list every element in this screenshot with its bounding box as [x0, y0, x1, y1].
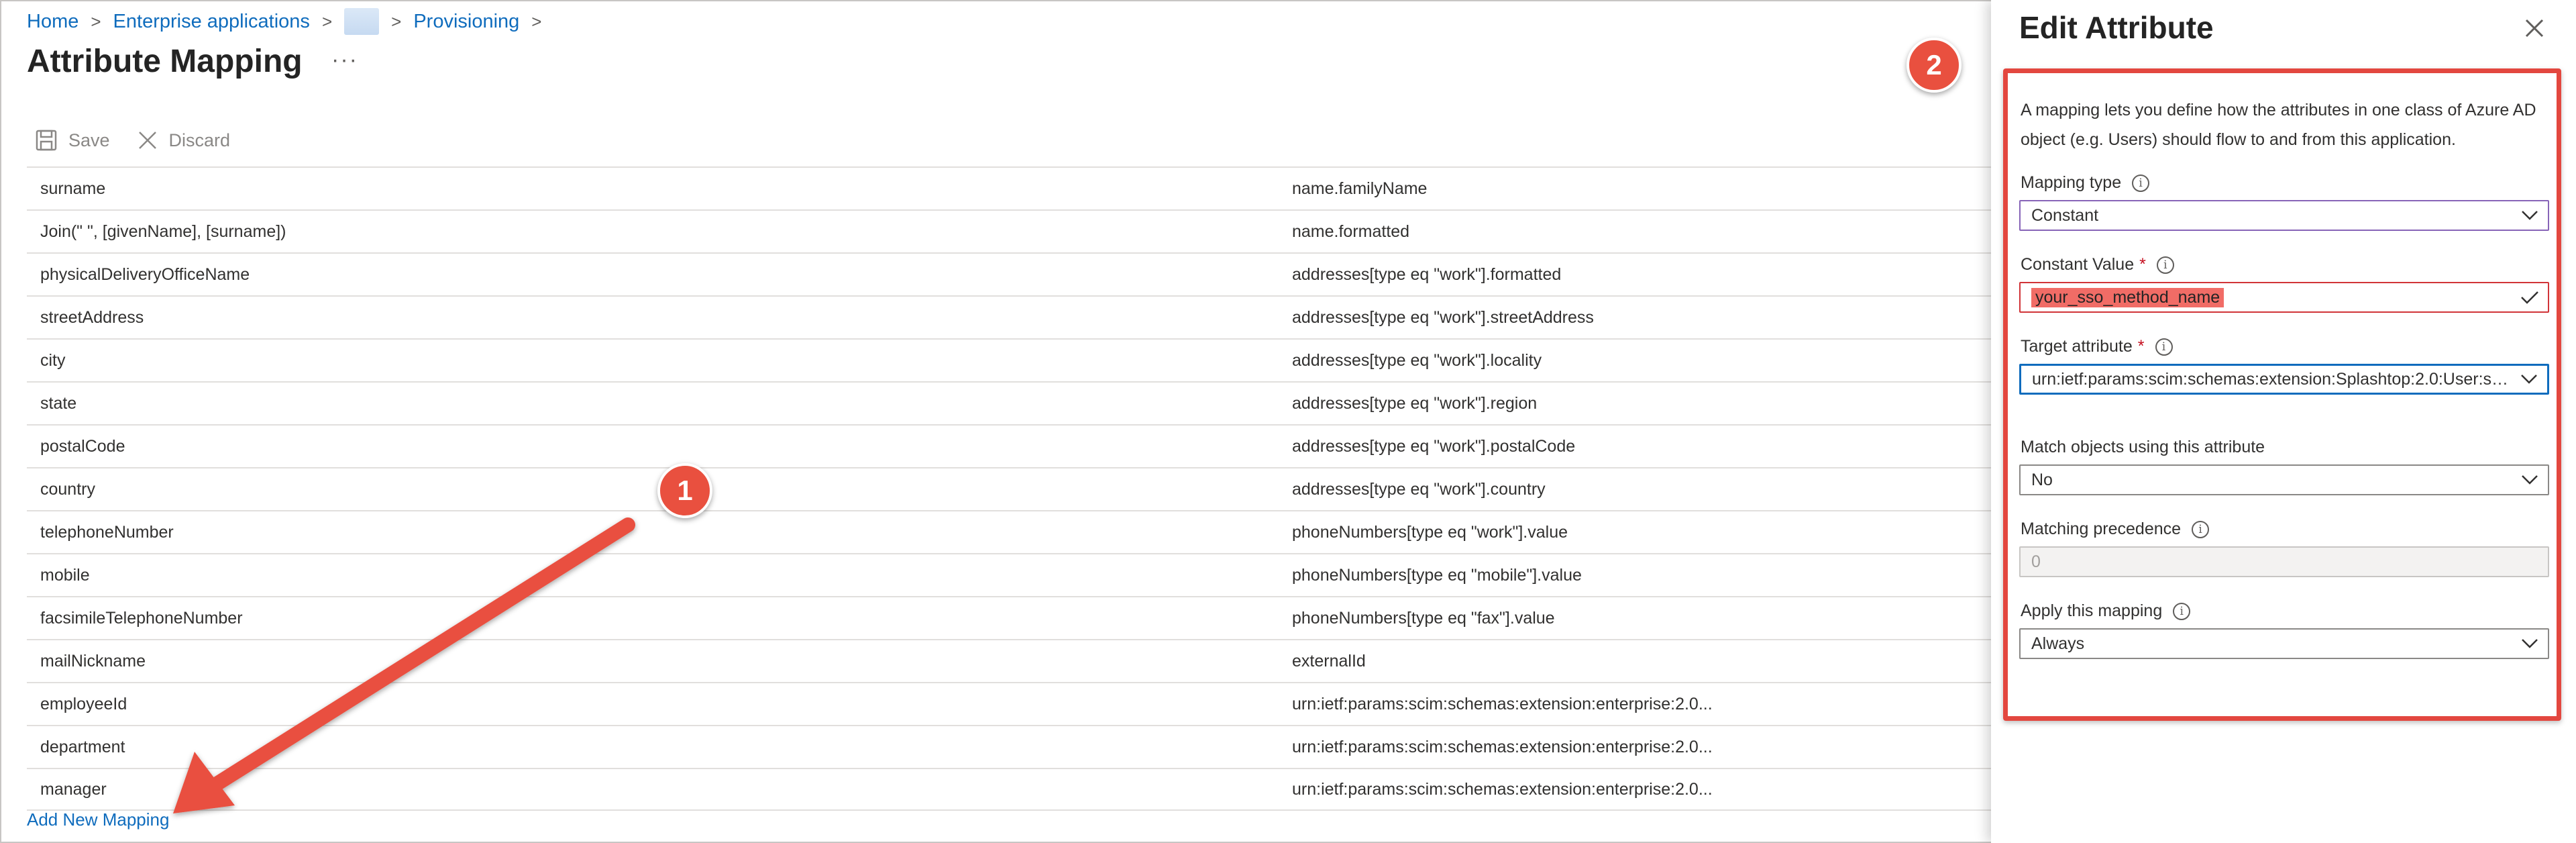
annotation-marker-2: 2: [1907, 38, 1962, 93]
matching-precedence-label: Matching precedence i: [2021, 519, 2210, 539]
close-icon[interactable]: [2521, 15, 2548, 42]
mapping-type-label-text: Mapping type: [2021, 173, 2122, 192]
info-icon[interactable]: i: [2155, 338, 2173, 356]
match-objects-dropdown[interactable]: No: [2019, 464, 2549, 495]
checkmark-icon: [2512, 290, 2548, 305]
chevron-down-icon: [2512, 638, 2548, 649]
edit-attribute-panel: Edit Attribute A mapping lets you define…: [1991, 0, 2576, 843]
info-icon[interactable]: i: [2132, 174, 2150, 192]
match-objects-label: Match objects using this attribute: [2021, 438, 2265, 457]
constant-value-label: Constant Value * i: [2021, 255, 2174, 275]
chevron-down-icon: [2511, 374, 2547, 385]
apply-mapping-value: Always: [2031, 634, 2085, 653]
annotation-marker-1: 1: [657, 463, 712, 518]
info-icon[interactable]: i: [2192, 520, 2210, 538]
match-objects-label-text: Match objects using this attribute: [2021, 438, 2265, 456]
apply-mapping-label: Apply this mapping i: [2021, 601, 2191, 621]
required-indicator: *: [2137, 337, 2145, 356]
match-objects-value: No: [2031, 470, 2053, 489]
apply-mapping-label-text: Apply this mapping: [2021, 601, 2163, 620]
constant-value-input[interactable]: your_sso_method_name: [2019, 282, 2549, 313]
info-icon[interactable]: i: [2156, 256, 2174, 274]
annotation-highlight-box: [2003, 68, 2561, 721]
target-attribute-dropdown[interactable]: urn:ietf:params:scim:schemas:extension:S…: [2019, 364, 2549, 395]
target-attribute-value: urn:ietf:params:scim:schemas:extension:S…: [2032, 369, 2511, 389]
required-indicator: *: [2139, 255, 2146, 274]
chevron-down-icon: [2512, 210, 2548, 221]
apply-mapping-dropdown[interactable]: Always: [2019, 628, 2549, 659]
target-attribute-label-text: Target attribute: [2021, 337, 2133, 356]
constant-value-label-text: Constant Value: [2021, 255, 2135, 274]
mapping-type-value: Constant: [2031, 205, 2099, 225]
info-icon[interactable]: i: [2173, 602, 2191, 620]
matching-precedence-value: 0: [2031, 552, 2041, 571]
chevron-down-icon: [2512, 475, 2548, 485]
matching-precedence-label-text: Matching precedence: [2021, 519, 2182, 538]
matching-precedence-input: 0: [2019, 546, 2549, 577]
constant-value-text: your_sso_method_name: [2031, 287, 2224, 307]
panel-title: Edit Attribute: [2019, 10, 2214, 45]
mapping-type-label: Mapping type i: [2021, 173, 2150, 193]
panel-description: A mapping lets you define how the attrib…: [2021, 101, 2536, 149]
target-attribute-label: Target attribute * i: [2021, 337, 2173, 356]
mapping-type-dropdown[interactable]: Constant: [2019, 200, 2549, 231]
